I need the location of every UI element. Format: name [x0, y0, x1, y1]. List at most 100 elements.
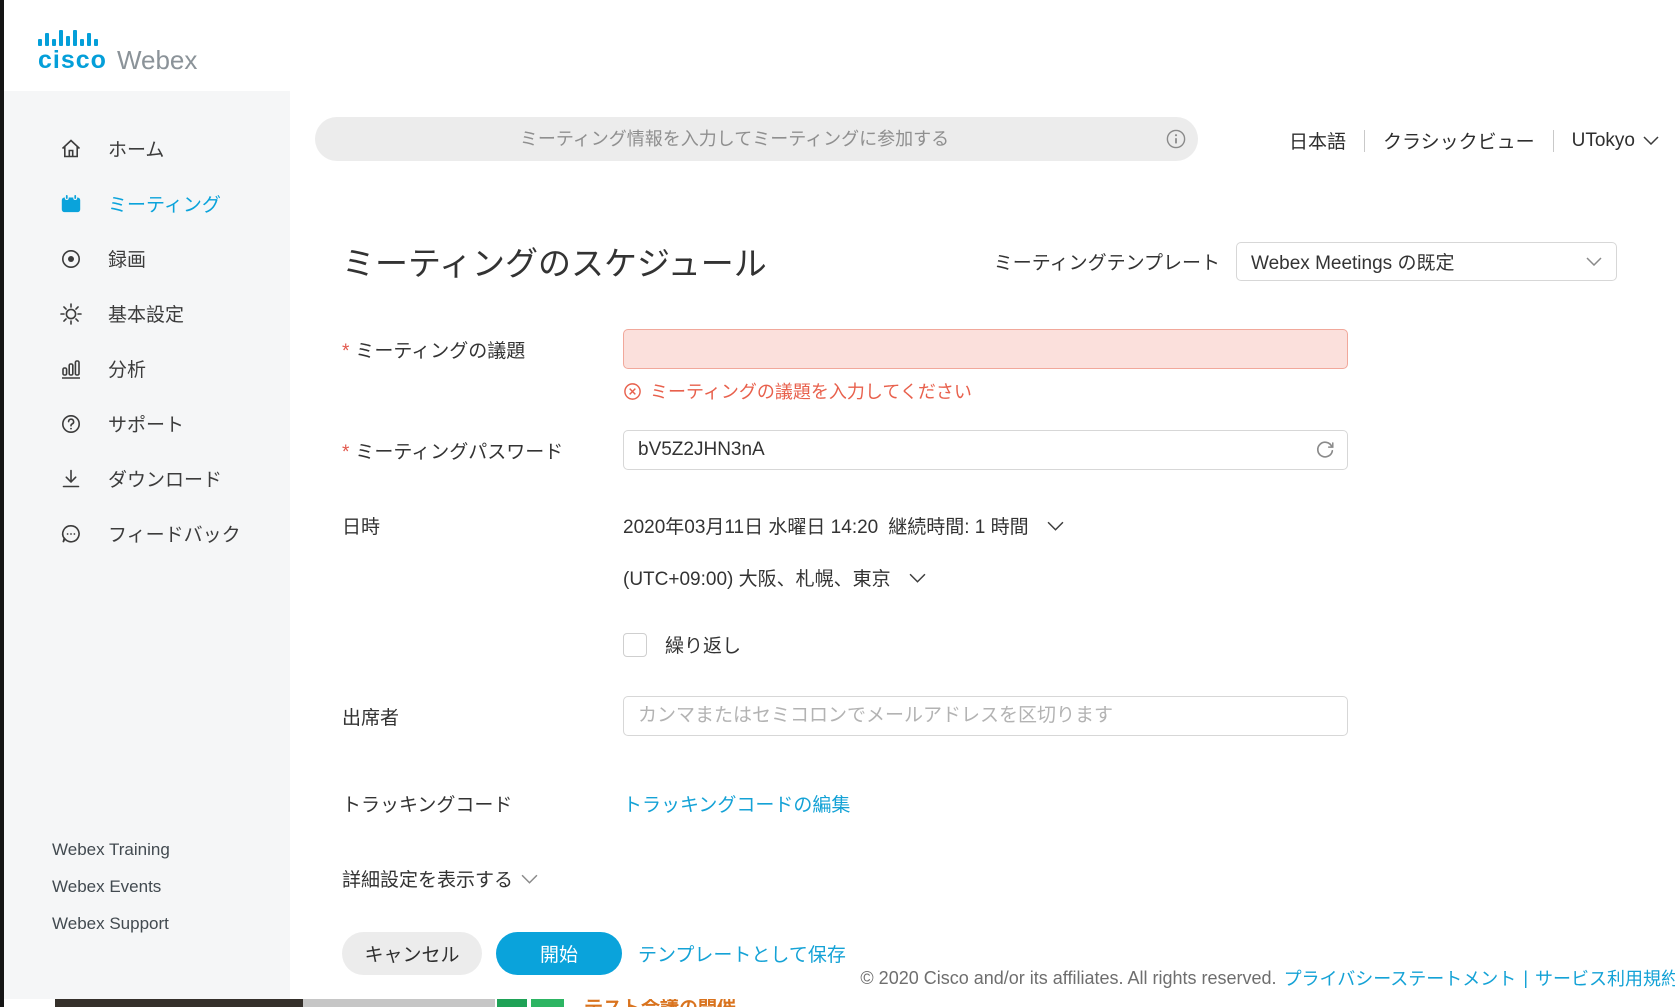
timezone-value: (UTC+09:00) 大阪、札幌、東京 [623, 564, 891, 591]
password-label: *ミーティングパスワード [342, 437, 623, 464]
sidebar-item-label: ミーティング [108, 190, 221, 217]
sidebar-item-label: ダウンロード [108, 465, 222, 492]
chevron-down-icon [1047, 521, 1064, 531]
sidebar-item-label: フィードバック [108, 520, 241, 547]
attendees-input[interactable] [623, 696, 1348, 736]
footer-link-separator: | [1523, 968, 1528, 989]
download-icon [56, 466, 86, 492]
terms-of-service-link[interactable]: サービス利用規約 [1535, 965, 1675, 991]
sidebar-footer-links: Webex Training Webex Events Webex Suppor… [52, 831, 170, 942]
error-icon [623, 382, 642, 401]
password-row: *ミーティングパスワード [342, 430, 1617, 470]
join-meeting-search-pill [315, 117, 1198, 161]
chevron-down-icon [521, 874, 538, 884]
feedback-bubble-icon [56, 521, 86, 547]
recurrence-checkbox[interactable] [623, 633, 647, 657]
webex-wordmark: Webex [117, 47, 197, 73]
sidebar: ホーム ミーティング 録画 [4, 91, 290, 1007]
webex-app-window: cisco Webex ホーム ミーティ [0, 0, 1675, 1007]
header: cisco Webex [4, 0, 1675, 91]
topic-input[interactable] [623, 329, 1348, 369]
recurrence-label: 繰り返し [665, 631, 741, 658]
cisco-webex-logo: cisco Webex [38, 20, 197, 73]
topbar-separator [1553, 130, 1554, 152]
link-webex-support[interactable]: Webex Support [52, 905, 170, 942]
sidebar-item-home[interactable]: ホーム [4, 121, 290, 176]
topic-error-message: ミーティングの議題を入力してください [623, 378, 1617, 404]
sidebar-item-downloads[interactable]: ダウンロード [4, 451, 290, 506]
sidebar-item-analytics[interactable]: 分析 [4, 341, 290, 396]
start-button[interactable]: 開始 [496, 932, 622, 975]
datetime-duration-trigger[interactable]: 2020年03月11日 水曜日 14:20 継続時間: 1 時間 [623, 512, 1064, 539]
home-icon [56, 136, 86, 162]
password-field-wrap [623, 430, 1348, 470]
refresh-password-icon[interactable] [1314, 438, 1336, 465]
classic-view-link[interactable]: クラシックビュー [1383, 127, 1535, 154]
topbar-links: 日本語 クラシックビュー UTokyo [1289, 127, 1659, 154]
meeting-template-select[interactable]: Webex Meetings の既定 [1236, 242, 1617, 281]
sidebar-item-preferences[interactable]: 基本設定 [4, 286, 290, 341]
user-name: UTokyo [1572, 130, 1635, 152]
cisco-logo-mark: cisco [38, 20, 107, 73]
settings-gear-icon [56, 301, 86, 327]
join-meeting-input[interactable] [315, 128, 1154, 151]
meeting-template-value: Webex Meetings の既定 [1251, 248, 1586, 275]
sidebar-item-meetings[interactable]: ミーティング [4, 176, 290, 231]
duration-value: 継続時間: 1 時間 [888, 512, 1028, 539]
timezone-trigger[interactable]: (UTC+09:00) 大阪、札幌、東京 [623, 564, 1064, 591]
edit-tracking-code-link[interactable]: トラッキングコードの編集 [623, 790, 850, 817]
attendees-row: 出席者 [342, 696, 1617, 736]
background-green-block [531, 999, 564, 1007]
datetime-values: 2020年03月11日 水曜日 14:20 継続時間: 1 時間 (UTC+09… [623, 512, 1064, 658]
password-input[interactable] [623, 430, 1348, 470]
save-as-template-link[interactable]: テンプレートとして保存 [638, 940, 846, 967]
meeting-template-label: ミーティングテンプレート [994, 248, 1220, 275]
topbar-separator [1364, 130, 1365, 152]
datetime-value: 2020年03月11日 水曜日 14:20 [623, 512, 878, 539]
copyright-text: © 2020 Cisco and/or its affiliates. All … [860, 968, 1276, 989]
language-link[interactable]: 日本語 [1289, 127, 1346, 154]
required-marker: * [342, 341, 349, 362]
meeting-template-group: ミーティングテンプレート Webex Meetings の既定 [994, 242, 1617, 281]
schedule-form: *ミーティングの議題 ミーティングの議題を入力してください *ミーティングパスワ… [342, 329, 1617, 975]
footer: © 2020 Cisco and/or its affiliates. All … [860, 965, 1675, 991]
datetime-row: 日時 2020年03月11日 水曜日 14:20 継続時間: 1 時間 (UTC… [342, 512, 1617, 658]
sidebar-item-label: 分析 [108, 355, 146, 382]
sidebar-item-label: 基本設定 [108, 300, 184, 327]
tracking-label: トラッキングコード [342, 790, 623, 817]
sidebar-item-label: ホーム [108, 135, 164, 162]
tracking-row: トラッキングコード トラッキングコードの編集 [342, 790, 1617, 817]
cancel-button[interactable]: キャンセル [342, 932, 482, 975]
question-circle-icon [56, 411, 86, 437]
page-title: ミーティングのスケジュール [342, 237, 767, 285]
recording-icon [56, 246, 86, 272]
sidebar-item-recordings[interactable]: 録画 [4, 231, 290, 286]
bar-chart-icon [56, 356, 86, 382]
info-icon[interactable] [1154, 128, 1198, 150]
datetime-label: 日時 [342, 512, 623, 539]
sidebar-item-support[interactable]: サポート [4, 396, 290, 451]
chevron-down-icon [909, 573, 926, 583]
chevron-down-icon [1586, 257, 1602, 266]
recurrence-option: 繰り返し [623, 631, 1064, 658]
main-content: 日本語 クラシックビュー UTokyo ミーティングのスケジュール ミーティング… [290, 91, 1675, 1007]
required-marker: * [342, 442, 349, 463]
privacy-statement-link[interactable]: プライバシーステートメント [1284, 965, 1517, 991]
background-window-sliver: テスト会議の開催 [4, 999, 1675, 1007]
cisco-wordmark: cisco [38, 46, 107, 74]
sidebar-item-feedback[interactable]: フィードバック [4, 506, 290, 561]
sidebar-item-label: 録画 [108, 245, 146, 272]
chevron-down-icon [1643, 136, 1659, 145]
title-row: ミーティングのスケジュール ミーティングテンプレート Webex Meeting… [342, 237, 1617, 285]
link-webex-events[interactable]: Webex Events [52, 868, 170, 905]
topic-row: *ミーティングの議題 [342, 329, 1617, 369]
link-webex-training[interactable]: Webex Training [52, 831, 170, 868]
topic-label: *ミーティングの議題 [342, 336, 623, 363]
show-advanced-settings-toggle[interactable]: 詳細設定を表示する [342, 865, 1617, 892]
user-menu[interactable]: UTokyo [1572, 130, 1659, 152]
background-thumbnail [55, 999, 303, 1007]
attendees-label: 出席者 [342, 703, 623, 730]
background-partial-text: テスト会議の開催 [584, 999, 736, 1007]
sidebar-nav: ホーム ミーティング 録画 [4, 91, 290, 561]
sidebar-item-label: サポート [108, 410, 184, 437]
